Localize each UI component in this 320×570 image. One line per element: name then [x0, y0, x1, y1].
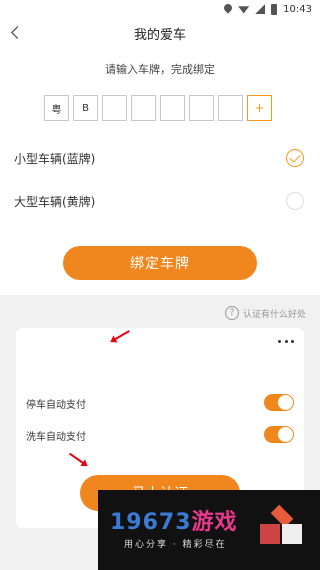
toggle-knob: [278, 395, 293, 410]
parking-autopay-toggle[interactable]: [264, 394, 294, 411]
plate-box-province[interactable]: 粤: [44, 95, 69, 121]
auth-benefits-text: 认证有什么好处: [243, 309, 307, 320]
plate-subtitle: 请输入车牌，完成绑定: [105, 63, 215, 76]
wifi-icon: [238, 6, 250, 14]
plate-box-4[interactable]: [131, 95, 156, 121]
toggle-knob: [278, 427, 293, 442]
plate-box-3[interactable]: [102, 95, 127, 121]
vehicle-option-large[interactable]: 大型车辆(黄牌): [0, 186, 320, 216]
auth-benefits-link[interactable]: ? 认证有什么好处: [225, 305, 306, 321]
plate-box-6[interactable]: [189, 95, 214, 121]
toggle-row-carwash: 洗车自动支付: [16, 424, 304, 448]
toggle-row-parking: 停车自动支付: [16, 392, 304, 416]
page-title: 我的爱车: [133, 28, 186, 43]
nav-bar: 我的爱车: [0, 18, 320, 48]
battery-icon: [271, 3, 278, 15]
bind-plate-button[interactable]: 绑定车牌: [63, 246, 257, 280]
radio-checked-icon[interactable]: [286, 149, 304, 167]
more-icon[interactable]: [278, 336, 294, 346]
question-icon: ?: [225, 306, 239, 320]
status-time: 10:43: [283, 3, 312, 15]
watermark-logo-text: 19673游戏: [110, 510, 238, 535]
carwash-autopay-label: 洗车自动支付: [26, 432, 86, 443]
parking-autopay-label: 停车自动支付: [26, 400, 86, 411]
plate-box-5[interactable]: [160, 95, 185, 121]
plate-input-row: 粤 B +: [44, 95, 281, 121]
plate-box-7[interactable]: [218, 95, 243, 121]
vehicle-option-label: 小型车辆(蓝牌): [14, 152, 96, 166]
status-icons: [224, 3, 278, 15]
plate-box-letter[interactable]: B: [73, 95, 98, 121]
watermark-slogan: 用心分享 · 精彩尽在: [124, 540, 227, 550]
vehicle-option-small[interactable]: 小型车辆(蓝牌): [0, 143, 320, 173]
plate-add-button[interactable]: +: [247, 95, 272, 121]
plate-binding-panel: 我的爱车 请输入车牌，完成绑定 粤 B + 小型车辆(蓝牌) 大型车辆(黄牌) …: [0, 18, 320, 295]
cube-logo-icon: [260, 504, 304, 550]
location-icon: [224, 4, 232, 14]
radio-unchecked-icon[interactable]: [286, 192, 304, 210]
status-bar: 10:43: [0, 0, 320, 18]
vehicle-option-label: 大型车辆(黄牌): [14, 195, 96, 209]
site-watermark: 19673游戏 用心分享 · 精彩尽在: [98, 490, 320, 570]
signal-icon: [255, 4, 266, 14]
carwash-autopay-toggle[interactable]: [264, 426, 294, 443]
